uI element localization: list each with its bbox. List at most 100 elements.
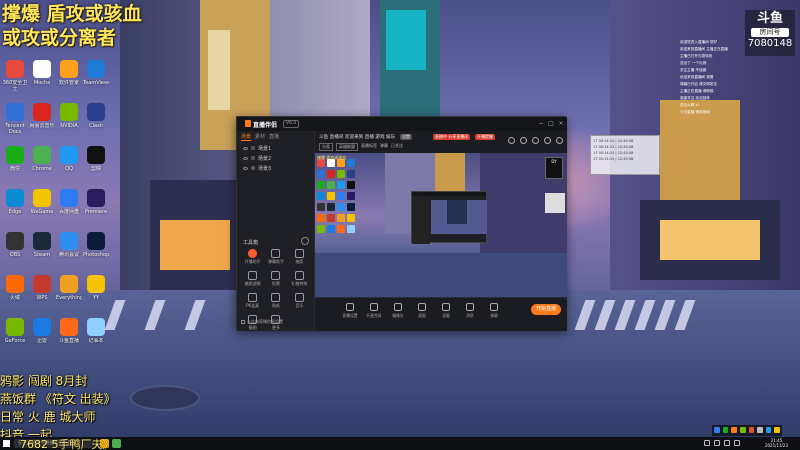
danmaku-label[interactable]: 弹幕 — [380, 143, 388, 151]
desktop-shortcut[interactable]: WeGame — [29, 189, 55, 221]
share-icon[interactable] — [556, 137, 563, 144]
toolbox-item[interactable]: 礼物特效 — [288, 271, 311, 287]
desktop-shortcut[interactable]: Edge — [2, 189, 28, 221]
taskbar-clock[interactable]: 21:45 2021/11/23 — [765, 438, 788, 448]
desktop-shortcut[interactable]: OBS — [2, 232, 28, 264]
tray-app-icon[interactable] — [714, 427, 720, 433]
message-button[interactable]: 消息 — [459, 303, 481, 319]
app-icon — [33, 103, 51, 121]
tab-scenes[interactable]: 场景 — [241, 133, 252, 141]
floating-info-box[interactable]: 17 00:14:24 | 12:45:08 17 00:14:24 | 12:4… — [590, 135, 660, 175]
desktop-shortcut[interactable]: Clash — [83, 103, 109, 135]
sidebar-footer[interactable]: 公告和直播信息设置 — [241, 319, 311, 325]
desktop-shortcut[interactable]: NVIDIA — [56, 103, 82, 135]
scene-item[interactable]: 场景1 — [237, 143, 314, 153]
network-icon[interactable] — [714, 440, 720, 446]
desktop-shortcut[interactable]: TeamViewer — [83, 60, 109, 92]
desktop-shortcut[interactable]: 网易云音乐 — [29, 103, 55, 135]
toolbox-item[interactable]: 音乐 — [288, 293, 311, 309]
tray-app-icon[interactable] — [757, 427, 763, 433]
volume-icon[interactable] — [724, 440, 730, 446]
checkbox[interactable] — [241, 320, 245, 324]
tray-app-icon[interactable] — [774, 427, 780, 433]
tray-app-icon[interactable] — [765, 427, 772, 433]
toolbox-item[interactable]: 开播助手 — [241, 249, 264, 265]
tray-overflow-popup[interactable] — [712, 425, 782, 436]
bell-icon[interactable] — [544, 137, 551, 144]
settings-chip[interactable]: 设置 — [400, 134, 412, 140]
desktop-shortcut[interactable]: Premiere — [83, 189, 109, 221]
screen-button[interactable]: 画面 — [411, 303, 433, 319]
ime-icon[interactable] — [734, 440, 740, 446]
preview-app-icon — [317, 170, 325, 178]
stream-preview[interactable]: 撑爆 盾攻或骇血 DY — [315, 153, 567, 297]
mic-button[interactable]: 开麦克风 — [363, 303, 385, 319]
tab-live[interactable]: 直播 — [269, 133, 279, 141]
eye-icon[interactable] — [243, 166, 248, 170]
tag-label[interactable]: 直播标签 — [361, 143, 377, 151]
desktop-shortcut[interactable]: 软件管家 — [56, 60, 82, 92]
room-title[interactable]: 斗鱼 直播间 欢迎来到 直播 游戏 娱乐 — [319, 134, 395, 140]
start-live-button[interactable]: 开始直播 — [531, 304, 561, 315]
desktop-shortcut[interactable]: Tencent Docs — [2, 103, 28, 135]
desktop-shortcut[interactable]: 微信 — [2, 146, 28, 178]
toolbox-item[interactable]: 贴纸 — [264, 293, 287, 309]
device-button[interactable]: 设备 — [435, 303, 457, 319]
scene-item[interactable]: 场景3 — [237, 163, 314, 173]
gift-icon[interactable] — [520, 137, 527, 144]
desktop-shortcut[interactable]: QQ — [56, 146, 82, 178]
camera-icon[interactable] — [532, 137, 539, 144]
windows-start-icon[interactable] — [3, 440, 10, 447]
desktop-shortcut[interactable]: YY — [83, 275, 109, 307]
desktop-shortcut[interactable]: 360安全卫士 — [2, 60, 28, 92]
stream-overlay-title: 撑爆 盾攻或骇血 或攻或分离者 — [2, 2, 192, 50]
tray-app-icon[interactable] — [722, 427, 729, 433]
live-settings-button[interactable]: 直播设置 — [339, 303, 361, 319]
close-icon[interactable]: × — [557, 120, 565, 128]
danmaku-button[interactable]: 弹幕 — [483, 303, 505, 319]
share-room-chip[interactable]: 直播中 分享直播间 — [433, 134, 471, 140]
game-chip[interactable]: 英雄联盟 — [336, 143, 358, 151]
toolbox-item[interactable]: 投票 — [264, 271, 287, 287]
control-bar: 直播设置 开麦克风 摄像头 画面 设备 消息 弹幕 — [315, 297, 567, 331]
category-chip[interactable]: 分类 — [319, 143, 333, 151]
preview-app-icon — [347, 203, 355, 211]
maximize-icon[interactable]: □ — [547, 120, 555, 128]
desktop-shortcut[interactable]: Mocha — [29, 60, 55, 92]
desktop-shortcut[interactable]: Steam — [29, 232, 55, 264]
chevron-up-icon[interactable] — [704, 440, 710, 446]
live-reminder-chip[interactable]: 开播提醒 — [475, 134, 495, 140]
tray-app-icon[interactable] — [739, 427, 746, 433]
live-companion-window[interactable]: 直播伴侣 V6.0 − □ × 场景 素材 直播 场景1 场景2 场景3 工具箱 开… — [236, 116, 567, 331]
tray-app-icon[interactable] — [731, 427, 737, 433]
scene-item[interactable]: 场景2 — [237, 153, 314, 163]
eye-icon[interactable] — [243, 146, 248, 150]
desktop-shortcut[interactable]: 记事本 — [83, 318, 109, 350]
minimize-icon[interactable]: − — [537, 120, 545, 128]
follow-label[interactable]: 已关注 — [391, 143, 403, 151]
toolbox-item[interactable]: PK连麦 — [241, 293, 264, 309]
toolbox-item[interactable]: 抽奖 — [288, 249, 311, 265]
desktop-shortcut[interactable]: Photoshop — [83, 232, 109, 264]
tab-assets[interactable]: 素材 — [255, 133, 265, 141]
toolbox-item[interactable]: 弹幕助手 — [264, 249, 287, 265]
toolbox-item[interactable]: 美颜滤镜 — [241, 271, 264, 287]
desktop-shortcut[interactable]: 百度网盘 — [56, 189, 82, 221]
desktop-shortcut[interactable]: 火绒 — [2, 275, 28, 307]
desktop-shortcut[interactable]: GeForce — [2, 318, 28, 350]
toolbox-more-icon[interactable] — [301, 237, 309, 245]
desktop-shortcut[interactable]: WPS — [29, 275, 55, 307]
tray-app-icon[interactable] — [748, 427, 755, 433]
desktop-shortcut[interactable]: 剪映 — [83, 146, 109, 178]
desktop-shortcut[interactable]: 斗鱼直播 — [56, 318, 82, 350]
desktop-shortcut[interactable]: Chrome — [29, 146, 55, 178]
desktop-shortcut[interactable]: Everything — [56, 275, 82, 307]
app-name: 直播伴侣 — [253, 122, 278, 129]
camera-button[interactable]: 摄像头 — [387, 303, 409, 319]
desktop-shortcut[interactable]: 腾讯会议 — [56, 232, 82, 264]
fullscreen-icon[interactable] — [508, 137, 515, 144]
eye-icon[interactable] — [243, 156, 248, 160]
window-titlebar[interactable]: 直播伴侣 V6.0 − □ × — [237, 117, 567, 131]
info-line: 17 00:14:24 | 12:45:08 — [593, 157, 634, 161]
desktop-shortcut[interactable]: 迅雷 — [29, 318, 55, 350]
